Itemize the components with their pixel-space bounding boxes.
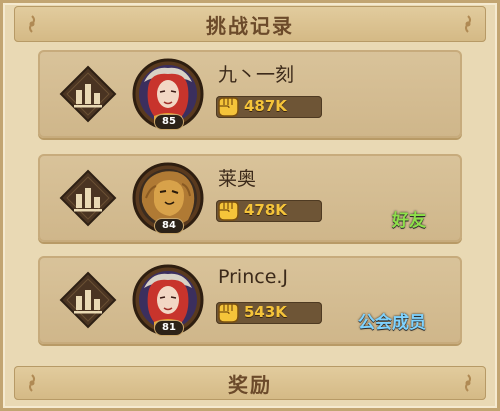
ornament-icon [458,14,478,34]
power-value: 543K [244,303,287,321]
record-card[interactable]: 81 Prince.J 543K 公会成员 [38,256,462,344]
page-title: 挑战记录 [206,13,294,38]
record-card[interactable]: 85 九丶一刻 487K [38,50,462,138]
level-badge: 81 [154,320,184,336]
ornament-icon [22,14,42,34]
level-text: 84 [162,220,176,231]
power-value: 478K [244,201,287,219]
bar-chart-icon[interactable] [58,270,118,330]
player-name: 九丶一刻 [218,64,295,86]
power-bar: 478K [216,200,322,222]
rewards-label: 奖励 [228,372,272,397]
player-name: 莱奥 [218,168,257,190]
avatar[interactable]: 85 [132,58,204,130]
fist-icon [214,298,242,326]
fist-icon [214,92,242,120]
header-bar: 挑战记录 [14,6,486,42]
ornament-icon [22,373,42,393]
bar-chart-icon[interactable] [58,168,118,228]
level-badge: 84 [154,218,184,234]
challenge-record-panel: 挑战记录 85 九丶一刻 487K 84 莱奥 478K 好友 81 Princ… [0,0,500,411]
level-badge: 85 [154,114,184,130]
avatar[interactable]: 84 [132,162,204,234]
guild-member-tag: 公会成员 [358,313,426,333]
rewards-bar[interactable]: 奖励 [14,366,486,400]
power-bar: 543K [216,302,322,324]
ornament-icon [458,373,478,393]
bar-chart-icon[interactable] [58,64,118,124]
fist-icon [214,196,242,224]
level-text: 85 [162,116,176,127]
friend-tag: 好友 [392,211,426,231]
avatar[interactable]: 81 [132,264,204,336]
record-card[interactable]: 84 莱奥 478K 好友 [38,154,462,242]
power-value: 487K [244,97,287,115]
level-text: 81 [162,322,176,333]
player-name: Prince.J [218,266,289,288]
power-bar: 487K [216,96,322,118]
